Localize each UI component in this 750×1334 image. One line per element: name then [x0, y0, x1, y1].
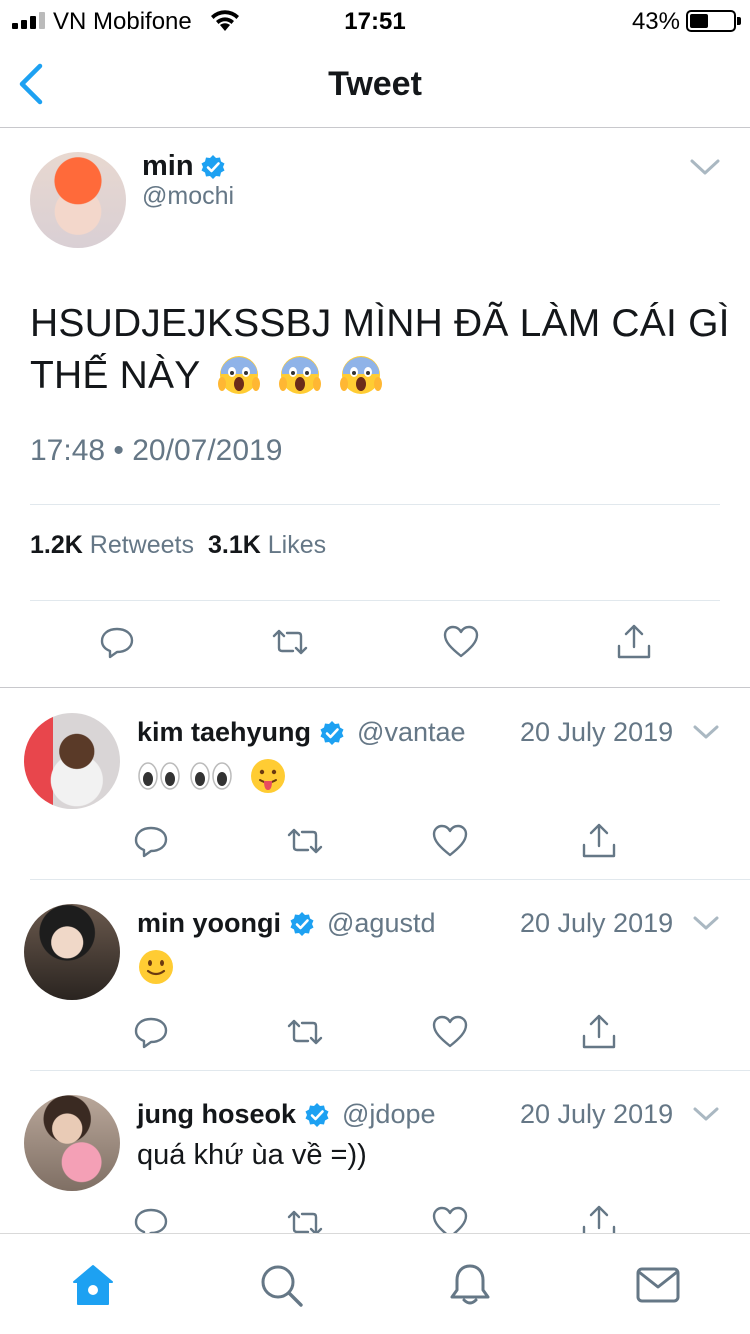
- reply-header: min yoongi @agustd: [137, 908, 435, 939]
- slight-smile-emoji-icon: [139, 950, 173, 984]
- reply-header: kim taehyung @vantae: [137, 717, 466, 748]
- reply-icon[interactable]: [131, 1012, 171, 1052]
- verified-badge-icon: [320, 720, 344, 745]
- author-handle: @agustd: [327, 908, 436, 938]
- reply-tweet[interactable]: kim taehyung @vantae 20 July 2019: [0, 689, 750, 880]
- scream-emoji-icon: [278, 356, 321, 394]
- chevron-down-icon[interactable]: [692, 1103, 720, 1125]
- chevron-down-icon[interactable]: [692, 721, 720, 743]
- author-handle: @vantae: [357, 717, 466, 747]
- avatar[interactable]: [24, 713, 120, 809]
- reply-date: 20 July 2019: [520, 908, 674, 938]
- reply-tweet[interactable]: min yoongi @agustd 20 July 2019: [0, 880, 750, 1071]
- status-bar: VN Mobifone 17:51 43%: [0, 0, 750, 40]
- like-heart-icon[interactable]: [430, 1012, 470, 1052]
- like-heart-icon[interactable]: [441, 622, 481, 662]
- engagement-stats: 1.2K Retweets 3.1K Likes: [30, 531, 326, 560]
- bottom-tab-bar: [0, 1233, 750, 1334]
- likes-count: 3.1K: [207, 531, 261, 559]
- retweet-icon[interactable]: [270, 622, 310, 662]
- messages-icon[interactable]: [635, 1262, 681, 1308]
- retweets-stat[interactable]: 1.2K Retweets: [30, 531, 194, 560]
- tongue-face-emoji-icon: [251, 759, 286, 793]
- notifications-icon[interactable]: [447, 1262, 493, 1308]
- avatar[interactable]: [24, 904, 120, 1000]
- scream-emoji-icon: [339, 356, 382, 394]
- author-handle: @mochi: [142, 182, 235, 210]
- eyes-emoji-icon: [138, 762, 180, 790]
- avatar[interactable]: [24, 1095, 120, 1191]
- reply-date: 20 July 2019: [520, 1099, 674, 1129]
- page-title: Tweet: [328, 65, 422, 103]
- tweet-text: HSUDJEJKSSBJ MÌNH ĐÃ LÀM CÁI GÌ THẾ NÀY: [30, 298, 730, 402]
- reply-text: quá khứ ùa về =)): [137, 1139, 367, 1171]
- author-name[interactable]: min: [142, 150, 194, 183]
- retweet-icon[interactable]: [285, 1012, 325, 1052]
- likes-label: Likes: [267, 531, 327, 559]
- reply-text: [137, 948, 175, 986]
- reply-icon[interactable]: [131, 821, 171, 861]
- scream-emoji-icon: [217, 356, 260, 394]
- author-name[interactable]: jung hoseok: [137, 1099, 296, 1130]
- home-icon[interactable]: [70, 1262, 116, 1308]
- share-icon[interactable]: [579, 821, 619, 861]
- chevron-down-icon[interactable]: [692, 912, 720, 934]
- like-heart-icon[interactable]: [430, 821, 470, 861]
- battery-icon: [686, 10, 741, 32]
- likes-stat[interactable]: 3.1K Likes: [208, 531, 326, 560]
- eyes-emoji-icon: [190, 762, 232, 790]
- retweets-label: Retweets: [89, 531, 194, 559]
- reply-actions: [0, 1012, 750, 1052]
- main-tweet: min @mochi HSUDJEJKSSBJ MÌNH ĐÃ LÀM CÁI …: [0, 128, 750, 688]
- author-name[interactable]: min yoongi: [137, 908, 281, 939]
- share-icon[interactable]: [614, 622, 654, 662]
- tweet-actions: [0, 622, 750, 666]
- verified-badge-icon: [290, 911, 314, 936]
- reply-header: jung hoseok @jdope: [137, 1099, 436, 1130]
- navigation-bar: Tweet: [0, 40, 750, 128]
- author-name-row: min: [142, 150, 226, 183]
- reply-text: [137, 757, 287, 795]
- verified-badge-icon: [305, 1102, 329, 1127]
- author-name[interactable]: kim taehyung: [137, 717, 311, 748]
- divider: [30, 504, 720, 505]
- search-icon[interactable]: [258, 1262, 304, 1308]
- retweets-count: 1.2K: [30, 531, 83, 559]
- reply-date: 20 July 2019: [520, 717, 674, 747]
- retweet-icon[interactable]: [285, 821, 325, 861]
- divider: [30, 600, 720, 601]
- tweet-timestamp: 17:48 • 20/07/2019: [30, 434, 283, 467]
- battery-percentage: 43%: [631, 8, 680, 35]
- reply-actions: [0, 821, 750, 861]
- share-icon[interactable]: [579, 1012, 619, 1052]
- reply-icon[interactable]: [97, 622, 137, 662]
- author-handle: @jdope: [342, 1099, 436, 1129]
- avatar[interactable]: [30, 152, 126, 248]
- chevron-down-icon[interactable]: [688, 154, 722, 180]
- verified-badge-icon: [201, 154, 225, 179]
